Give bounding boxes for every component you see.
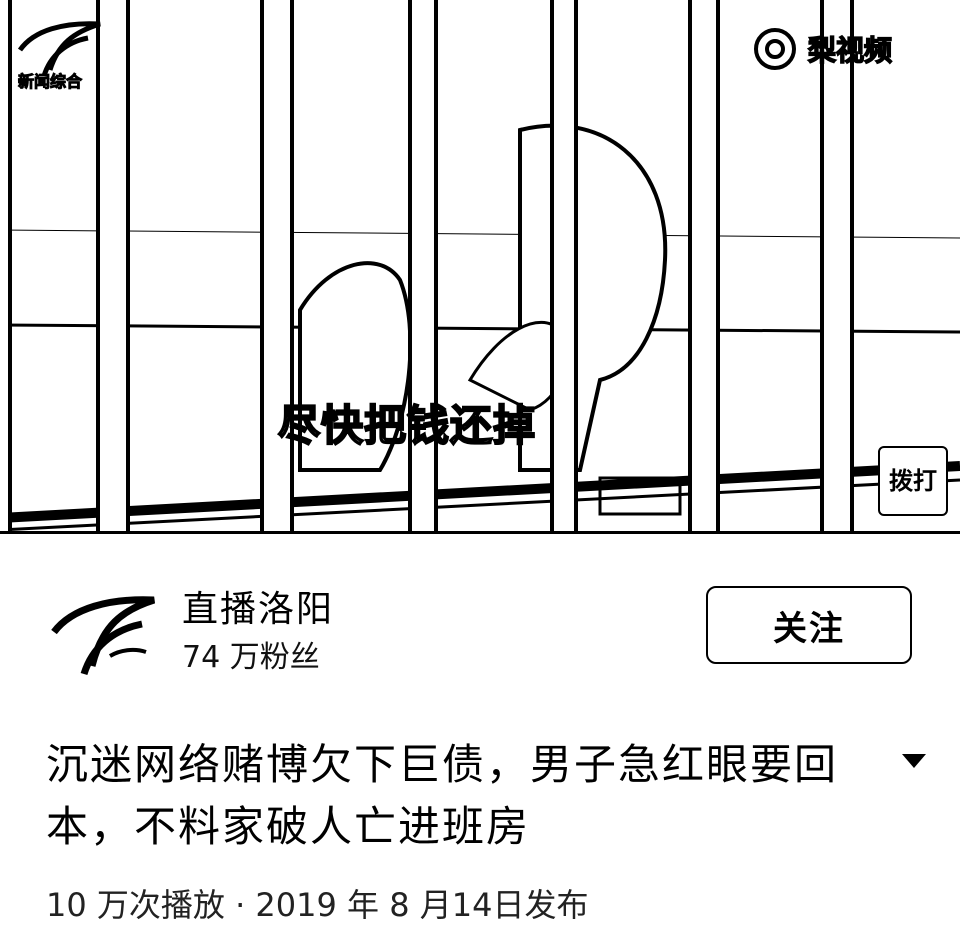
video-player[interactable]: 新闻综合 梨视频 尽快把钱还掉 拨打	[0, 0, 960, 534]
watermark-right: 梨视频	[752, 26, 893, 72]
channel-name[interactable]: 直播洛阳	[182, 580, 334, 632]
video-frame	[0, 0, 960, 531]
watermark-left-text: 新闻综合	[17, 72, 83, 92]
video-subtitle: 尽快把钱还掉	[277, 400, 537, 451]
video-title: 沉迷网络赌博欠下巨债，男子急红眼要回本，不料家破人亡进班房	[46, 740, 839, 851]
channel-row: 直播洛阳 74 万粉丝 关注	[40, 574, 920, 684]
chevron-down-icon[interactable]	[898, 748, 930, 772]
pear-video-logo-icon	[754, 28, 796, 70]
channel-fans-count: 74 万粉丝	[182, 640, 320, 675]
video-meta: 10 万次播放 · 2019 年 8 月14日发布	[46, 886, 589, 924]
watermark-right-text: 梨视频	[807, 33, 893, 68]
avatar[interactable]	[50, 586, 158, 682]
corner-badge: 拨打	[878, 446, 948, 516]
follow-button[interactable]: 关注	[706, 586, 912, 664]
